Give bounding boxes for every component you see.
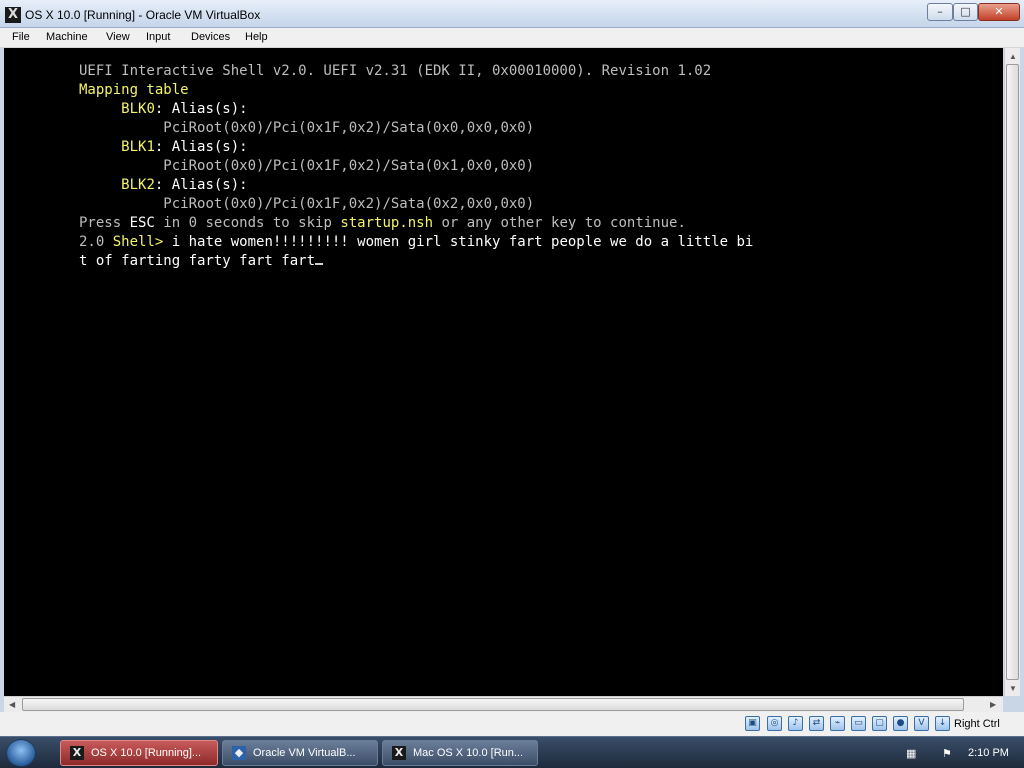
scroll-up-icon[interactable]: ▲ [1009,52,1017,61]
mouse-integration-icon[interactable]: ↓ [935,716,950,731]
display-icon[interactable]: ▢ [872,716,887,731]
menu-view[interactable]: View [106,31,130,43]
menu-help[interactable]: Help [245,31,268,43]
network-tray-icon[interactable]: ⚑ [942,747,952,760]
video-capture-icon[interactable]: ● [893,716,908,731]
taskbar-button-mac-os-x-running[interactable]: X Mac OS X 10.0 [Run... [382,740,538,766]
blk2-path: PciRoot(0x0)/Pci(0x1F,0x2)/Sata(0x2,0x0,… [163,196,535,212]
virtualbox-x-icon: X [392,746,406,760]
blk2-label: BLK2 [121,177,155,193]
clock[interactable]: 2:10 PM [968,747,1009,759]
blk1-label: BLK1 [121,139,155,155]
window-title: OS X 10.0 [Running] - Oracle VM VirtualB… [25,8,261,22]
command-input-line1[interactable]: i hate women!!!!!!!!! women girl stinky … [163,234,754,250]
mapping-table-heading: Mapping table [79,82,189,98]
horizontal-scrollbar[interactable]: ◀ ▶ [4,696,1003,712]
shared-folders-icon[interactable]: ▭ [851,716,866,731]
optical-drive-icon[interactable]: ◎ [767,716,782,731]
usb-icon[interactable]: ⌁ [830,716,845,731]
hard-disk-icon[interactable]: ▣ [745,716,760,731]
press-text: Press [79,215,130,231]
menu-bar: File Machine View Input Devices Help [0,28,1024,48]
menu-machine[interactable]: Machine [46,31,88,43]
shell-banner: UEFI Interactive Shell v2.0. UEFI v2.31 … [79,63,712,79]
close-button[interactable]: ✕ [978,3,1020,21]
scroll-right-icon[interactable]: ▶ [990,700,996,709]
shell-prompt: Shell> [112,234,164,250]
vertical-scroll-thumb[interactable] [1006,64,1019,680]
esc-key-text: ESC [129,215,155,231]
virtualbox-x-icon: X [5,7,21,23]
keyboard-tray-icon[interactable]: ▦ [906,747,916,760]
menu-file[interactable]: File [12,31,30,43]
taskbar-button-label: Mac OS X 10.0 [Run... [413,747,524,759]
command-input-line2[interactable]: t of farting farty fart fart [79,253,315,269]
scroll-left-icon[interactable]: ◀ [9,700,15,709]
scroll-down-icon[interactable]: ▼ [1009,684,1017,693]
menu-devices[interactable]: Devices [191,31,230,43]
blk2-alias: : Alias(s): [154,177,248,193]
skip-text: in 0 seconds to skip [154,215,341,231]
start-button[interactable] [6,739,36,767]
maximize-button[interactable]: □ [953,3,978,21]
prompt-version: 2.0 [79,234,113,250]
vm-status-bar: ▣ ◎ ♪ ⇄ ⌁ ▭ ▢ ● V ↓ Right Ctrl [0,712,1024,736]
uefi-shell-console: UEFI Interactive Shell v2.0. UEFI v2.31 … [79,62,753,271]
vertical-scrollbar[interactable]: ▲ ▼ [1004,48,1020,696]
taskbar-button-os-x-running[interactable]: X OS X 10.0 [Running]... [60,740,218,766]
blk0-alias: : Alias(s): [154,101,248,117]
taskbar-button-label: Oracle VM VirtualB... [253,747,356,759]
blk1-alias: : Alias(s): [154,139,248,155]
blk0-label: BLK0 [121,101,155,117]
virtualbox-x-icon: X [70,746,84,760]
host-key-label: Right Ctrl [954,718,1000,730]
blk0-path: PciRoot(0x0)/Pci(0x1F,0x2)/Sata(0x0,0x0,… [163,120,535,136]
taskbar: X OS X 10.0 [Running]... ◆ Oracle VM Vir… [0,736,1024,768]
menu-input[interactable]: Input [146,31,170,43]
minimize-button[interactable]: – [927,3,953,21]
virtualbox-cube-icon: ◆ [232,746,246,760]
virtualization-icon[interactable]: V [914,716,929,731]
network-icon[interactable]: ⇄ [809,716,824,731]
window-titlebar[interactable]: X OS X 10.0 [Running] - Oracle VM Virtua… [0,0,1024,28]
startup-nsh-text: startup.nsh [340,215,434,231]
taskbar-button-virtualbox-manager[interactable]: ◆ Oracle VM VirtualB... [222,740,378,766]
taskbar-button-label: OS X 10.0 [Running]... [91,747,202,759]
continue-text: or any other key to continue. [433,215,686,231]
text-cursor [315,253,324,265]
audio-icon[interactable]: ♪ [788,716,803,731]
horizontal-scroll-thumb[interactable] [22,698,964,711]
blk1-path: PciRoot(0x0)/Pci(0x1F,0x2)/Sata(0x1,0x0,… [163,158,535,174]
